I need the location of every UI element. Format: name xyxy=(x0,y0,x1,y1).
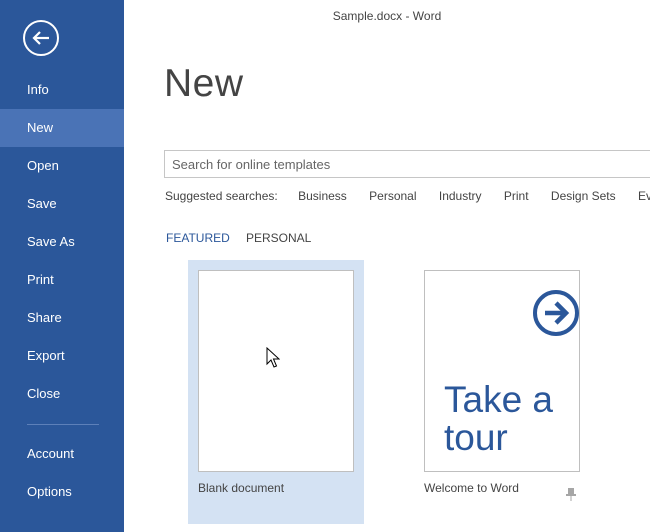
nav-item-share[interactable]: Share xyxy=(0,299,124,337)
suggested-searches-label: Suggested searches: xyxy=(165,189,278,203)
window-title: Sample.docx - Word xyxy=(332,9,442,23)
nav-item-open[interactable]: Open xyxy=(0,147,124,185)
pin-icon[interactable] xyxy=(565,487,577,501)
arrow-left-icon xyxy=(32,31,49,45)
nav-item-save[interactable]: Save xyxy=(0,185,124,223)
page-title: New xyxy=(164,62,244,105)
nav-item-new[interactable]: New xyxy=(0,109,124,147)
mouse-pointer-icon xyxy=(266,347,280,368)
nav-item-save-as[interactable]: Save As xyxy=(0,223,124,261)
back-button[interactable] xyxy=(23,20,59,56)
take-a-tour-line-2: tour xyxy=(444,417,508,458)
nav-item-account[interactable]: Account xyxy=(0,435,124,473)
tab-personal[interactable]: PERSONAL xyxy=(246,231,311,245)
nav-item-info[interactable]: Info xyxy=(0,71,124,109)
blank-document-label: Blank document xyxy=(198,481,285,495)
suggested-link-business[interactable]: Business xyxy=(298,189,347,203)
nav-item-close[interactable]: Close xyxy=(0,375,124,413)
suggested-link-design-sets[interactable]: Design Sets xyxy=(551,189,616,203)
nav-item-print[interactable]: Print xyxy=(0,261,124,299)
blank-document-thumbnail[interactable] xyxy=(198,270,354,472)
backstage-nav: Info New Open Save Save As Print Share E… xyxy=(0,0,124,532)
suggested-link-personal[interactable]: Personal xyxy=(369,189,416,203)
arrow-right-circle-icon xyxy=(533,290,579,336)
take-a-tour-text: Take a tour xyxy=(444,381,553,457)
search-input[interactable] xyxy=(165,151,650,177)
template-search-box[interactable] xyxy=(164,150,650,178)
welcome-to-word-thumbnail[interactable]: Take a tour xyxy=(424,270,580,472)
take-a-tour-line-1: Take a xyxy=(444,379,554,420)
nav-item-options[interactable]: Options xyxy=(0,473,124,511)
suggested-link-event[interactable]: Event xyxy=(638,189,650,203)
tab-featured[interactable]: FEATURED xyxy=(166,231,230,245)
nav-divider xyxy=(27,424,99,425)
nav-item-export[interactable]: Export xyxy=(0,337,124,375)
suggested-link-industry[interactable]: Industry xyxy=(439,189,482,203)
welcome-to-word-label: Welcome to Word xyxy=(424,481,519,495)
suggested-link-print[interactable]: Print xyxy=(504,189,529,203)
suggested-searches: Suggested searches: Business Personal In… xyxy=(165,189,650,203)
